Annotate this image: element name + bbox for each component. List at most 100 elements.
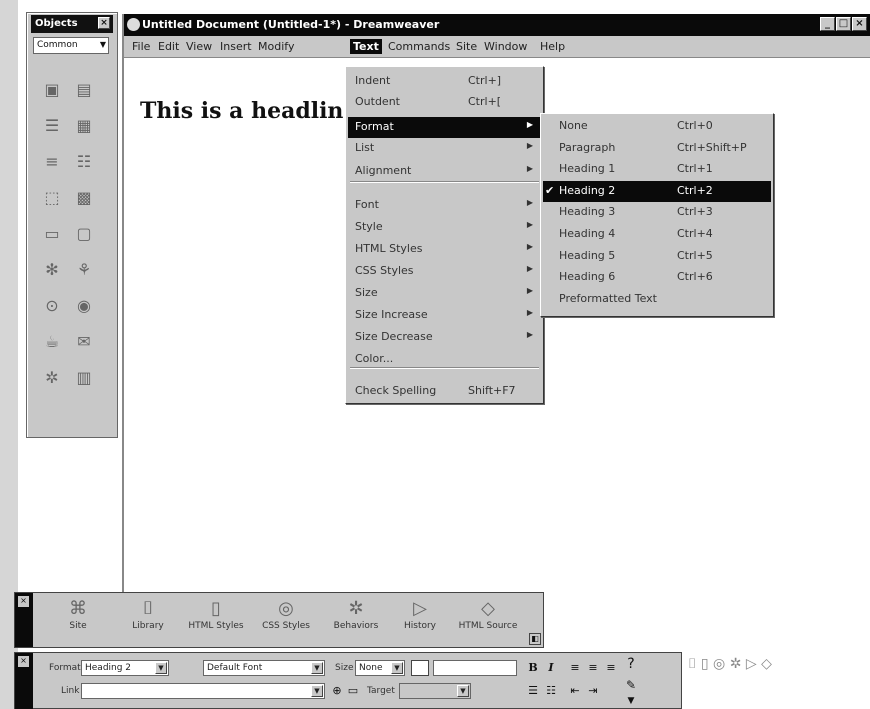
point-to-file-icon[interactable]: ⊕ <box>329 683 345 699</box>
target-select[interactable]: ▼ <box>399 683 471 699</box>
format-menu-item-preformatted-text[interactable]: Preformatted Text <box>543 289 771 310</box>
format-menu-item-heading-5[interactable]: Heading 5 Ctrl+5 <box>543 246 771 267</box>
text-menu-item-html-styles[interactable]: HTML Styles ▶ <box>348 239 541 260</box>
menu-edit[interactable]: Edit <box>158 40 179 53</box>
maximize-button[interactable]: □ <box>836 17 851 31</box>
launcher-library-button[interactable]: ⌷ Library <box>115 597 181 643</box>
text-menu-item-size[interactable]: Size ▶ <box>348 283 541 304</box>
size-label: Size <box>335 663 354 673</box>
menu-modify[interactable]: Modify <box>258 40 294 53</box>
menu-file[interactable]: File <box>132 40 150 53</box>
format-menu-item-heading-2[interactable]: ✔ Heading 2 Ctrl+2 <box>543 180 771 202</box>
table-icon[interactable]: ☰ <box>41 115 63 137</box>
text-menu-item-outdent[interactable]: Outdent Ctrl+[ <box>348 92 541 113</box>
size-select[interactable]: None ▼ <box>355 660 405 676</box>
launcher-orientation-button[interactable]: ◧ <box>529 633 541 645</box>
launcher-behaviors-button[interactable]: ✲ Behaviors <box>323 597 389 643</box>
bold-button[interactable]: B <box>525 660 541 676</box>
form-icon[interactable]: ▭ <box>41 223 63 245</box>
properties-grip[interactable]: × <box>15 653 33 709</box>
menu-view[interactable]: View <box>186 40 212 53</box>
navbar-icon[interactable]: ☷ <box>73 151 95 173</box>
menu-text[interactable]: Text <box>350 39 382 54</box>
java-icon[interactable]: ⊙ <box>41 295 63 317</box>
objects-panel-titlebar[interactable]: Objects × <box>31 15 113 33</box>
text-menu-item-format[interactable]: Format ▶ <box>348 117 541 138</box>
text-menu-item-style[interactable]: Style ▶ <box>348 217 541 238</box>
menu-insert[interactable]: Insert <box>220 40 252 53</box>
italic-button[interactable]: I <box>543 660 559 676</box>
objects-category-select[interactable]: Common ▼ <box>33 37 109 54</box>
server-icon[interactable]: ✉ <box>73 331 95 353</box>
link-input[interactable]: ▼ <box>81 683 325 699</box>
properties-close-button[interactable]: × <box>18 656 29 667</box>
launcher-history-button[interactable]: ▷ History <box>387 597 453 643</box>
text-menu-item-check-spelling[interactable]: Check Spelling Shift+F7 <box>348 381 541 402</box>
text-menu-item-alignment[interactable]: Alignment ▶ <box>348 161 541 182</box>
mini-css-styles-icon[interactable]: ◎ <box>713 656 725 672</box>
fireworks-html-icon[interactable]: ▢ <box>73 223 95 245</box>
quick-tag-editor-icon[interactable]: ✎ <box>623 677 639 693</box>
document-heading[interactable]: This is a headlin <box>140 98 343 124</box>
format-menu-item-heading-6[interactable]: Heading 6 Ctrl+6 <box>543 267 771 288</box>
launcher-css-styles-button[interactable]: ◎ CSS Styles <box>253 597 319 643</box>
help-icon[interactable]: ? <box>623 656 639 672</box>
text-menu-item-css-styles[interactable]: CSS Styles ▶ <box>348 261 541 282</box>
tabular-data-icon[interactable]: ▦ <box>73 115 95 137</box>
align-center-icon[interactable]: ≡ <box>585 660 601 676</box>
mini-history-icon[interactable]: ▷ <box>746 656 757 672</box>
objects-panel-close-button[interactable]: × <box>98 17 110 29</box>
flash-icon[interactable]: ✻ <box>41 259 63 281</box>
close-button[interactable]: × <box>852 17 867 31</box>
date-icon[interactable]: ▥ <box>73 367 95 389</box>
mini-library-icon[interactable]: ▯ <box>701 656 709 672</box>
properties-inspector: × Format Heading 2 ▼ Default Font ▼ Size… <box>14 652 682 709</box>
layer-icon[interactable]: ⬚ <box>41 187 63 209</box>
text-menu-item-size-increase[interactable]: Size Increase ▶ <box>348 305 541 326</box>
hr-icon[interactable]: ≡ <box>41 151 63 173</box>
window-titlebar[interactable]: Untitled Document (Untitled-1*) - Dreamw… <box>124 14 870 36</box>
format-menu-item-heading-3[interactable]: Heading 3 Ctrl+3 <box>543 202 771 223</box>
text-menu-item-list[interactable]: List ▶ <box>348 138 541 159</box>
outdent-icon[interactable]: ⇤ <box>567 683 583 699</box>
format-menu-item-paragraph[interactable]: Paragraph Ctrl+Shift+P <box>543 138 771 159</box>
menu-window[interactable]: Window <box>484 40 527 53</box>
mini-html-source-icon[interactable]: ◇ <box>761 656 772 672</box>
unordered-list-icon[interactable]: ☰ <box>525 683 541 699</box>
launcher-html-source-button[interactable]: ◇ HTML Source <box>455 597 521 643</box>
launcher-html-styles-button[interactable]: ▯ HTML Styles <box>183 597 249 643</box>
indent-icon[interactable]: ⇥ <box>585 683 601 699</box>
folder-icon[interactable]: ▭ <box>345 683 361 699</box>
mini-site-icon[interactable]: ⌷ <box>688 656 696 672</box>
shockwave-icon[interactable]: ⚘ <box>73 259 95 281</box>
launcher-close-button[interactable]: × <box>18 596 29 607</box>
text-color-swatch[interactable] <box>411 660 429 676</box>
format-select[interactable]: Heading 2 ▼ <box>81 660 169 676</box>
format-menu-item-heading-1[interactable]: Heading 1 Ctrl+1 <box>543 159 771 180</box>
align-right-icon[interactable]: ≡ <box>603 660 619 676</box>
align-left-icon[interactable]: ≡ <box>567 660 583 676</box>
minimize-button[interactable]: _ <box>820 17 835 31</box>
ordered-list-icon[interactable]: ☷ <box>543 683 559 699</box>
rollover-icon[interactable]: ▤ <box>73 79 95 101</box>
frames-icon[interactable]: ▩ <box>73 187 95 209</box>
menu-help[interactable]: Help <box>540 40 565 53</box>
format-menu-item-heading-4[interactable]: Heading 4 Ctrl+4 <box>543 224 771 245</box>
sitemap-icon[interactable]: ✲ <box>41 367 63 389</box>
launcher-grip[interactable]: × <box>15 593 33 647</box>
plugin-icon[interactable]: ◉ <box>73 295 95 317</box>
menu-commands[interactable]: Commands <box>388 40 450 53</box>
email-icon[interactable]: ☕ <box>41 331 63 353</box>
text-menu-item-indent[interactable]: Indent Ctrl+] <box>348 71 541 92</box>
mini-behaviors-icon[interactable]: ✲ <box>730 656 742 672</box>
launcher-site-button[interactable]: ⌘ Site <box>45 597 111 643</box>
menu-site[interactable]: Site <box>456 40 477 53</box>
expand-arrow-icon[interactable]: ▼ <box>623 693 639 709</box>
font-select[interactable]: Default Font ▼ <box>203 660 325 676</box>
text-menu-item-font[interactable]: Font ▶ <box>348 195 541 216</box>
launcher-button-label: HTML Source <box>458 621 518 631</box>
text-menu-item-size-decrease[interactable]: Size Decrease ▶ <box>348 327 541 348</box>
image-icon[interactable]: ▣ <box>41 79 63 101</box>
format-menu-item-none[interactable]: None Ctrl+0 <box>543 116 771 137</box>
text-color-field[interactable] <box>433 660 517 676</box>
